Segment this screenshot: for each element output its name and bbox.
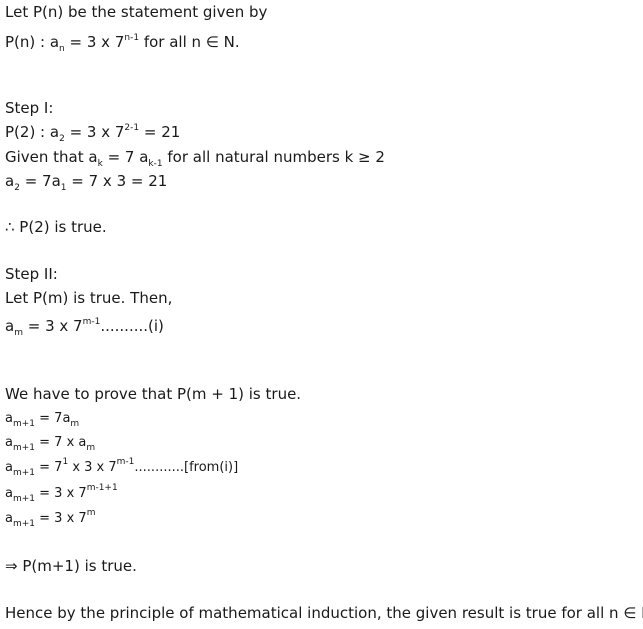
subscript: m [86, 443, 96, 453]
step2-assumption: Let P(m) is true. Then, [5, 289, 173, 307]
text: a [5, 172, 15, 190]
subscript: k [97, 159, 103, 169]
text: P(n) : a [5, 33, 60, 51]
equation-row: am+1 = 7 x am [5, 434, 95, 453]
subscript: k-1 [148, 159, 163, 169]
subscript: 2 [14, 183, 20, 193]
text: a [5, 435, 13, 450]
text: a [5, 411, 13, 426]
text: ..........(i) [100, 317, 164, 335]
step1-conclusion: ∴ P(2) is true. [5, 218, 107, 236]
text: a [5, 460, 13, 475]
text: Given that a [5, 148, 98, 166]
subscript: m+1 [12, 468, 36, 478]
superscript: n-1 [124, 33, 140, 43]
text: = 3 x 7 [64, 33, 125, 51]
prove-statement: We have to prove that P(m + 1) is true. [5, 385, 302, 403]
reference: ............[from(i)] [134, 460, 239, 475]
text: for all natural numbers k ≥ 2 [162, 148, 385, 166]
equation-row: am+1 = 3 x 7m [5, 508, 96, 529]
step1-line-3: a2 = 7a1 = 7 x 3 = 21 [5, 172, 167, 193]
subscript: m+1 [12, 443, 36, 453]
subscript: 2 [59, 134, 65, 144]
text: = 7 x 3 = 21 [66, 172, 168, 190]
text: = 3 x 7 [64, 123, 125, 141]
text: a [5, 486, 13, 501]
equation-i: am = 3 x 7m-1..........(i) [5, 317, 164, 338]
superscript: m-1 [116, 457, 135, 467]
text: = 7 x a [35, 435, 87, 450]
text: = 7a [35, 411, 71, 426]
text: a [5, 511, 13, 526]
text: = 3 x 7 [35, 486, 87, 501]
subscript: m+1 [12, 419, 36, 429]
step1-heading: Step I: [5, 99, 54, 117]
text: x 3 x 7 [68, 460, 117, 475]
subscript: m+1 [12, 494, 36, 504]
text: P(2) : a [5, 123, 60, 141]
subscript: 1 [60, 183, 67, 193]
text: = 3 x 7 [35, 511, 87, 526]
superscript: m-1 [82, 317, 101, 327]
subscript: n [59, 44, 65, 54]
intro-line-1: Let P(n) be the statement given by [5, 3, 268, 21]
text: for all n ∈ N. [139, 33, 240, 51]
step1-line-1: P(2) : a2 = 3 x 72-1 = 21 [5, 123, 180, 144]
text: = 7 a [102, 148, 149, 166]
text: = 3 x 7 [22, 317, 83, 335]
intro-line-2: P(n) : an = 3 x 7n-1 for all n ∈ N. [5, 33, 240, 54]
superscript: 1 [62, 457, 69, 467]
equation-row: am+1 = 7am [5, 410, 79, 429]
step2-heading: Step II: [5, 265, 58, 283]
text: = 7 [35, 460, 63, 475]
final-statement: Hence by the principle of mathematical i… [5, 604, 643, 622]
subscript: m [14, 328, 23, 338]
superscript: m-1+1 [86, 483, 118, 493]
superscript: 2-1 [124, 123, 140, 133]
step1-line-2: Given that ak = 7 ak-1 for all natural n… [5, 148, 385, 169]
text: = 7a [19, 172, 61, 190]
subscript: m+1 [12, 519, 36, 529]
text: a [5, 317, 15, 335]
subscript: m [70, 419, 80, 429]
superscript: m [86, 508, 96, 518]
step2-conclusion: ⇒ P(m+1) is true. [5, 557, 137, 575]
equation-row: am+1 = 3 x 7m-1+1 [5, 483, 118, 504]
text: = 21 [139, 123, 181, 141]
equation-row: am+1 = 71 x 3 x 7m-1............[from(i)… [5, 457, 239, 478]
